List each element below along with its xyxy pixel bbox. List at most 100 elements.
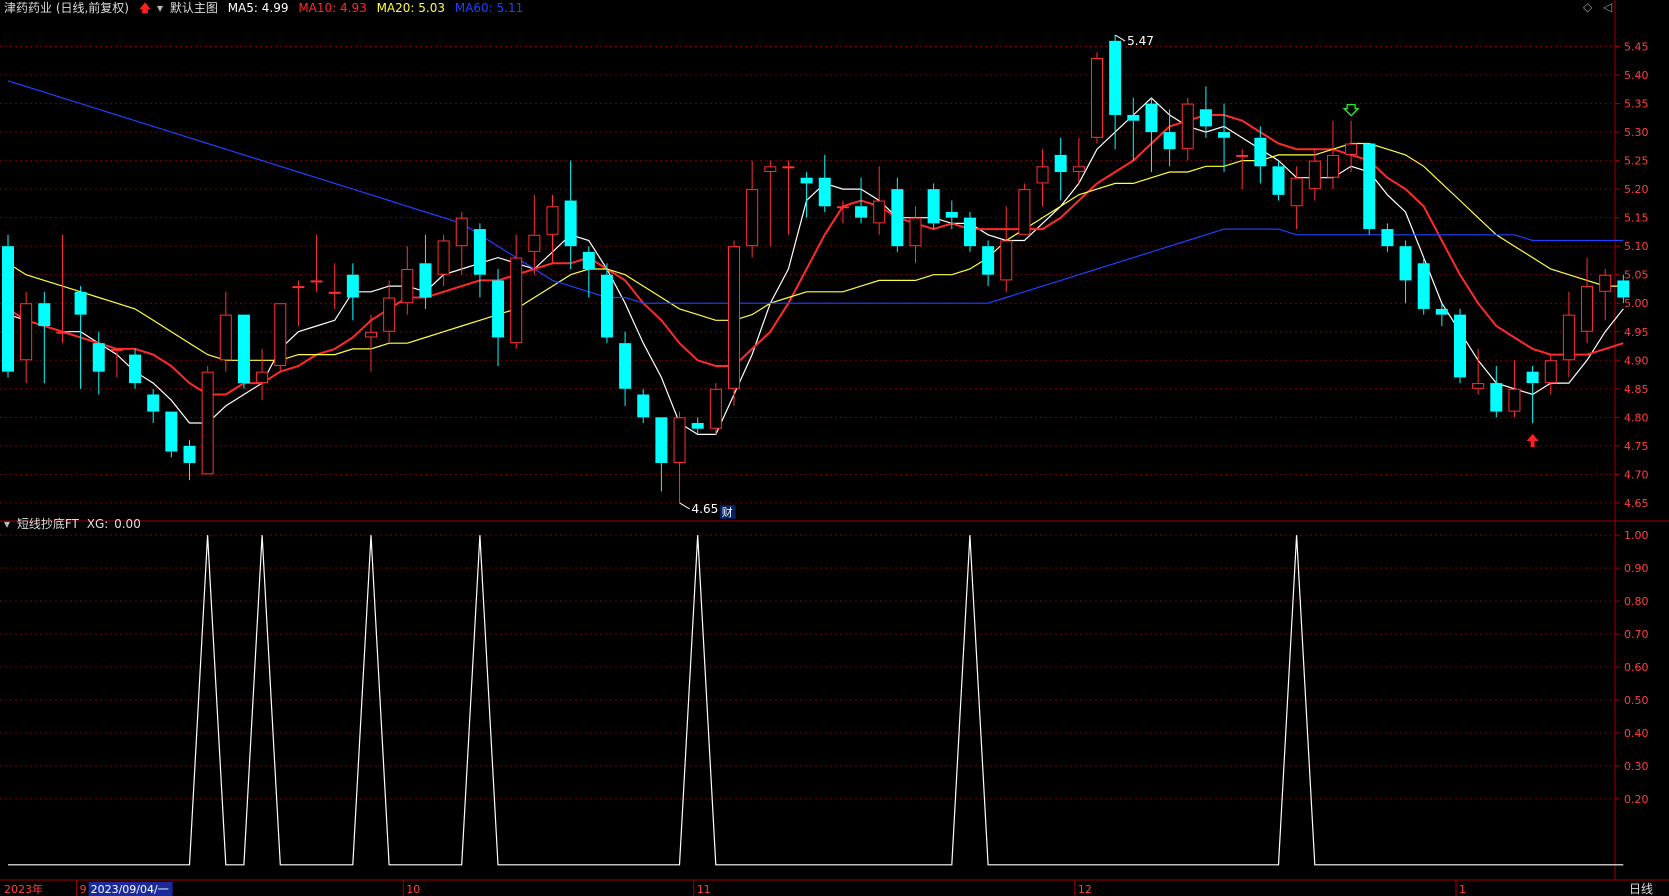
xg-value: 0.00 [114,517,141,531]
candle [619,331,632,406]
candle [927,183,940,230]
candle [110,348,123,378]
candle-body [1363,143,1376,230]
candle-body [310,280,323,283]
candle [1272,160,1285,201]
ma10-value: 4.93 [340,1,367,15]
candle [56,234,69,344]
price-tick-label: 5.45 [1624,41,1649,54]
candle [782,160,795,235]
candle-body [1399,246,1412,281]
candle-body [383,297,396,332]
candle-body [56,331,69,334]
ma20-value: 5.03 [418,1,445,15]
candle-body [455,217,468,247]
price-tick-label: 4.80 [1624,411,1649,424]
period-label: 日线 [1629,882,1653,896]
candle-body [1544,360,1557,384]
price-tick-label: 5.05 [1624,269,1649,282]
price-tick-label: 5.00 [1624,297,1649,310]
candle-body [818,177,831,207]
candle-body [1036,166,1049,184]
candle [855,177,868,224]
candle-body [673,417,686,463]
candle-body [655,417,668,463]
candle-body [1181,103,1194,150]
price-tick-label: 5.10 [1624,240,1649,253]
candle [1472,348,1485,395]
collapse-icon[interactable]: ◁ [1603,0,1612,14]
candle [274,303,287,372]
ma5-label: MA5: [227,1,258,15]
indicator-tick-label: 0.90 [1624,562,1649,575]
candle [982,240,995,287]
ma5-readout: MA5: 4.99 [228,1,289,15]
month-label: 10 [406,883,420,896]
candle [1000,206,1013,292]
candle-body [1254,137,1267,167]
up-arrow-icon: 🡅 [138,1,152,15]
candle [1018,183,1031,235]
candle-body [1526,371,1539,384]
low-marker-line [679,502,690,510]
price-tick-label: 4.85 [1624,383,1649,396]
indicator-dropdown-icon[interactable]: ▾ [4,517,10,531]
candle [292,280,305,327]
month-label: 11 [697,883,711,896]
candle-body [237,314,250,384]
candle-body [1490,383,1503,412]
candle-body [346,274,359,298]
candle [455,211,468,275]
candle-body [492,280,505,338]
candle-body [1127,114,1140,121]
candle-body [292,286,305,289]
candle [1199,86,1212,138]
candle [510,234,523,349]
candle [1581,257,1594,344]
stock-chart[interactable]: 5.45 5.40 5.35 5.30 5.25 5.20 5.15 5.10 5.05 5.00… [0,0,1669,896]
candle-body [1163,132,1176,150]
candle-body [1018,189,1031,235]
main-chart-header: 津药药业 (日线,前复权) 🡅 ▾ 默认主图 MA5: 4.99 MA10: 4… [4,1,529,15]
stock-title[interactable]: 津药药业 (日线,前复权) [4,1,129,15]
candle [1435,303,1448,327]
candle-body [855,206,868,218]
candle [673,411,686,503]
candle [383,280,396,344]
candle-body [600,274,613,338]
year-label: 2023年 [4,882,43,896]
indicator-tick-label: 0.60 [1624,661,1649,674]
candle-body [582,251,595,269]
candle-body [619,343,632,389]
main-template-label[interactable]: 默认主图 [170,1,218,15]
template-dropdown-icon[interactable]: ▾ [157,1,163,15]
sub-chart-header: ▾ 短线抄底FT XG: 0.00 [4,517,147,531]
candle-body [909,217,922,247]
candle-body [74,291,87,315]
ma20-readout: MA20: 5.03 [377,1,445,15]
candle [1599,269,1612,321]
candle [655,417,668,492]
ma60-value: 5.11 [496,1,524,15]
candle [600,263,613,344]
candle-body [1091,57,1103,138]
diamond-icon[interactable]: ◇ [1583,0,1592,14]
indicator-tick-label: 0.50 [1624,694,1649,707]
price-tick-label: 4.95 [1624,326,1649,339]
candle [1508,360,1521,418]
candle-body [982,246,995,275]
low-price-label: 4.65 [692,502,719,516]
candle [1562,291,1575,378]
candle [1417,257,1430,315]
finance-badge: 财 [722,505,733,519]
candle [1127,97,1140,161]
indicator-name[interactable]: 短线抄底FT [17,517,79,531]
candle-body [836,206,849,209]
candle [492,269,505,366]
candle-body [256,371,269,384]
candle-body [1199,109,1212,127]
candle [20,291,33,384]
price-tick-label: 5.30 [1624,126,1649,139]
candle-body [891,189,904,247]
candle [74,286,87,389]
